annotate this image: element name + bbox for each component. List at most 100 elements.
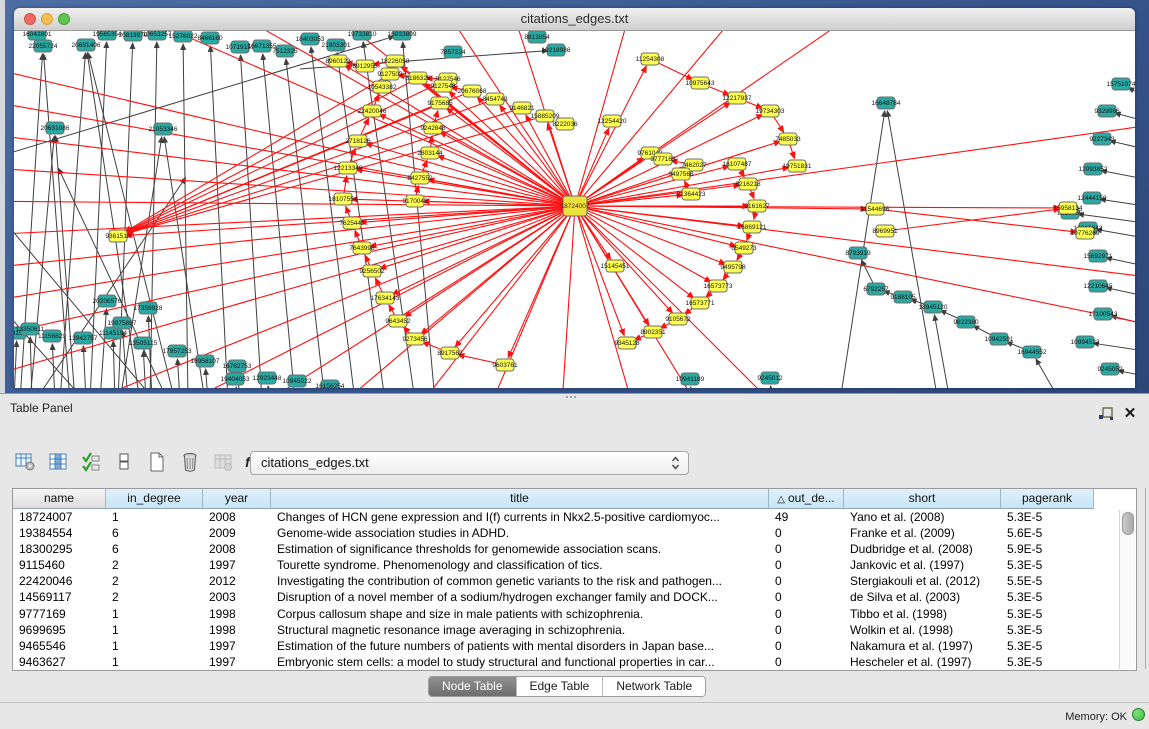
tab-edge-table[interactable]: Edge Table: [517, 677, 604, 696]
graph-node[interactable]: 8186328: [405, 72, 431, 84]
red-edge[interactable]: [67, 31, 575, 206]
column-header-year[interactable]: year: [203, 489, 271, 509]
cell-short[interactable]: de Silva et al. (2003): [844, 589, 1001, 605]
cell-pagerank[interactable]: 5.9E-5: [1001, 541, 1094, 557]
cell-pagerank[interactable]: 5.6E-5: [1001, 525, 1094, 541]
graph-node[interactable]: 9127548: [430, 80, 456, 92]
column-header-title[interactable]: title: [271, 489, 769, 509]
graph-node[interactable]: 19565354: [93, 31, 122, 40]
red-edge[interactable]: [575, 206, 638, 388]
cell-title[interactable]: Disruption of a novel member of a sodium…: [271, 589, 769, 605]
close-panel-icon[interactable]: ✕: [1121, 406, 1139, 422]
panel-resize-handle[interactable]: [566, 396, 582, 401]
cell-name[interactable]: 22420046: [13, 573, 106, 589]
cell-in-degree[interactable]: 2: [106, 573, 203, 589]
graph-node[interactable]: 10994522: [1071, 336, 1100, 348]
cell-name[interactable]: 9115460: [13, 557, 106, 573]
cell-title[interactable]: Investigating the contribution of common…: [271, 573, 769, 589]
cell-out-de-[interactable]: 0: [769, 525, 844, 541]
graph-node[interactable]: 9603761: [492, 359, 518, 371]
graph-node[interactable]: 12923448: [253, 372, 282, 384]
cell-in-degree[interactable]: 1: [106, 654, 203, 670]
cell-year[interactable]: 2008: [203, 541, 271, 557]
red-edge[interactable]: [380, 206, 575, 269]
table-row[interactable]: 1830029562008Estimation of significance …: [13, 541, 1136, 557]
black-edge[interactable]: [691, 387, 692, 388]
graph-node[interactable]: 16958107: [191, 355, 220, 367]
table-row[interactable]: 977716911998Corpus callosum shape and si…: [13, 606, 1136, 622]
cell-pagerank[interactable]: 5.3E-5: [1001, 622, 1094, 638]
graph-node[interactable]: 9188105: [890, 291, 916, 303]
black-edge[interactable]: [143, 351, 146, 388]
cell-out-de-[interactable]: 0: [769, 573, 844, 589]
cell-year[interactable]: 1998: [203, 622, 271, 638]
graph-node[interactable]: 6792257: [863, 283, 889, 295]
graph-node[interactable]: 7485033: [775, 133, 801, 145]
table-row[interactable]: 1872400712008Changes of HCN gene express…: [13, 509, 1136, 525]
table-row[interactable]: 969969511998Structural magnetic resonanc…: [13, 622, 1136, 638]
graph-node[interactable]: 9643452: [385, 315, 411, 327]
black-edge[interactable]: [177, 359, 180, 388]
graph-node[interactable]: 16648784: [872, 97, 901, 109]
graph-node[interactable]: 15276022: [169, 31, 198, 42]
graph-node[interactable]: 16043801: [23, 31, 52, 40]
scrollbar-thumb[interactable]: [1122, 512, 1134, 535]
graph-node[interactable]: 9175685: [427, 97, 453, 109]
cell-short[interactable]: Hescheler et al. (1997): [844, 654, 1001, 670]
red-edge[interactable]: [125, 79, 448, 233]
cell-out-de-[interactable]: 0: [769, 557, 844, 573]
red-edge[interactable]: [455, 206, 575, 347]
graph-node[interactable]: 9161627: [744, 200, 770, 212]
red-edge[interactable]: [575, 166, 729, 206]
graph-node[interactable]: 17634143: [371, 292, 400, 304]
red-edge[interactable]: [125, 103, 440, 233]
cell-name[interactable]: 9777169: [13, 606, 106, 622]
select-all-icon[interactable]: [80, 451, 102, 473]
graph-node[interactable]: 8454743: [482, 93, 508, 105]
graph-node[interactable]: 20631086: [41, 122, 70, 134]
graph-node[interactable]: 16573773: [704, 280, 733, 292]
cell-out-de-[interactable]: 49: [769, 509, 844, 525]
black-edge[interactable]: [14, 341, 17, 388]
graph-node[interactable]: 12254420: [598, 115, 627, 127]
cell-out-de-[interactable]: 0: [769, 589, 844, 605]
graph-node[interactable]: 9245052: [1097, 363, 1123, 375]
graph-node[interactable]: 8466160: [197, 32, 223, 44]
graph-node[interactable]: 9329966: [1094, 105, 1120, 117]
cell-short[interactable]: Jankovic et al. (1997): [844, 557, 1001, 573]
cell-title[interactable]: Embryonic stem cells: a model to study s…: [271, 654, 769, 670]
float-panel-icon[interactable]: [1097, 406, 1115, 422]
graph-node[interactable]: 20691406: [72, 39, 101, 51]
graph-node[interactable]: 9127503: [377, 68, 403, 80]
graph-node[interactable]: 9170043: [402, 195, 428, 207]
graph-node[interactable]: 16107487: [723, 158, 752, 170]
cell-name[interactable]: 14569117: [13, 589, 106, 605]
black-edge[interactable]: [236, 387, 238, 388]
column-header-short[interactable]: short: [844, 489, 1001, 509]
tab-network-table[interactable]: Network Table: [603, 677, 705, 696]
cell-pagerank[interactable]: 5.3E-5: [1001, 654, 1094, 670]
cell-pagerank[interactable]: 5.3E-5: [1001, 606, 1094, 622]
graph-node[interactable]: 8917562: [437, 347, 463, 359]
cell-short[interactable]: Nakamura et al. (1997): [844, 638, 1001, 654]
red-edge[interactable]: [575, 206, 673, 313]
table-row[interactable]: 946362711997Embryonic stem cells: a mode…: [13, 654, 1136, 670]
cell-title[interactable]: Structural magnetic resonance image aver…: [271, 622, 769, 638]
column-header-in-degree[interactable]: in_degree: [106, 489, 203, 509]
delete-table-icon[interactable]: [179, 451, 201, 473]
graph-node[interactable]: 9105672: [665, 313, 691, 325]
cell-in-degree[interactable]: 1: [106, 509, 203, 525]
cell-short[interactable]: Dudbridge et al. (2008): [844, 541, 1001, 557]
black-edge[interactable]: [1036, 359, 1060, 388]
cell-title[interactable]: Estimation of significance thresholds fo…: [271, 541, 769, 557]
red-edge[interactable]: [575, 206, 736, 246]
cell-name[interactable]: 19384554: [13, 525, 106, 541]
graph-node[interactable]: 8912955: [352, 60, 378, 72]
black-edge[interactable]: [934, 315, 950, 388]
graph-node[interactable]: 7512325: [272, 45, 298, 57]
graph-node[interactable]: 9361518: [105, 230, 131, 242]
cell-title[interactable]: Genome-wide association studies in ADHD.: [271, 525, 769, 541]
cell-title[interactable]: Estimation of the future numbers of pati…: [271, 638, 769, 654]
cell-out-de-[interactable]: 0: [769, 541, 844, 557]
network-graph-canvas[interactable]: 1604380122055724206914061956535420819979…: [14, 31, 1135, 388]
